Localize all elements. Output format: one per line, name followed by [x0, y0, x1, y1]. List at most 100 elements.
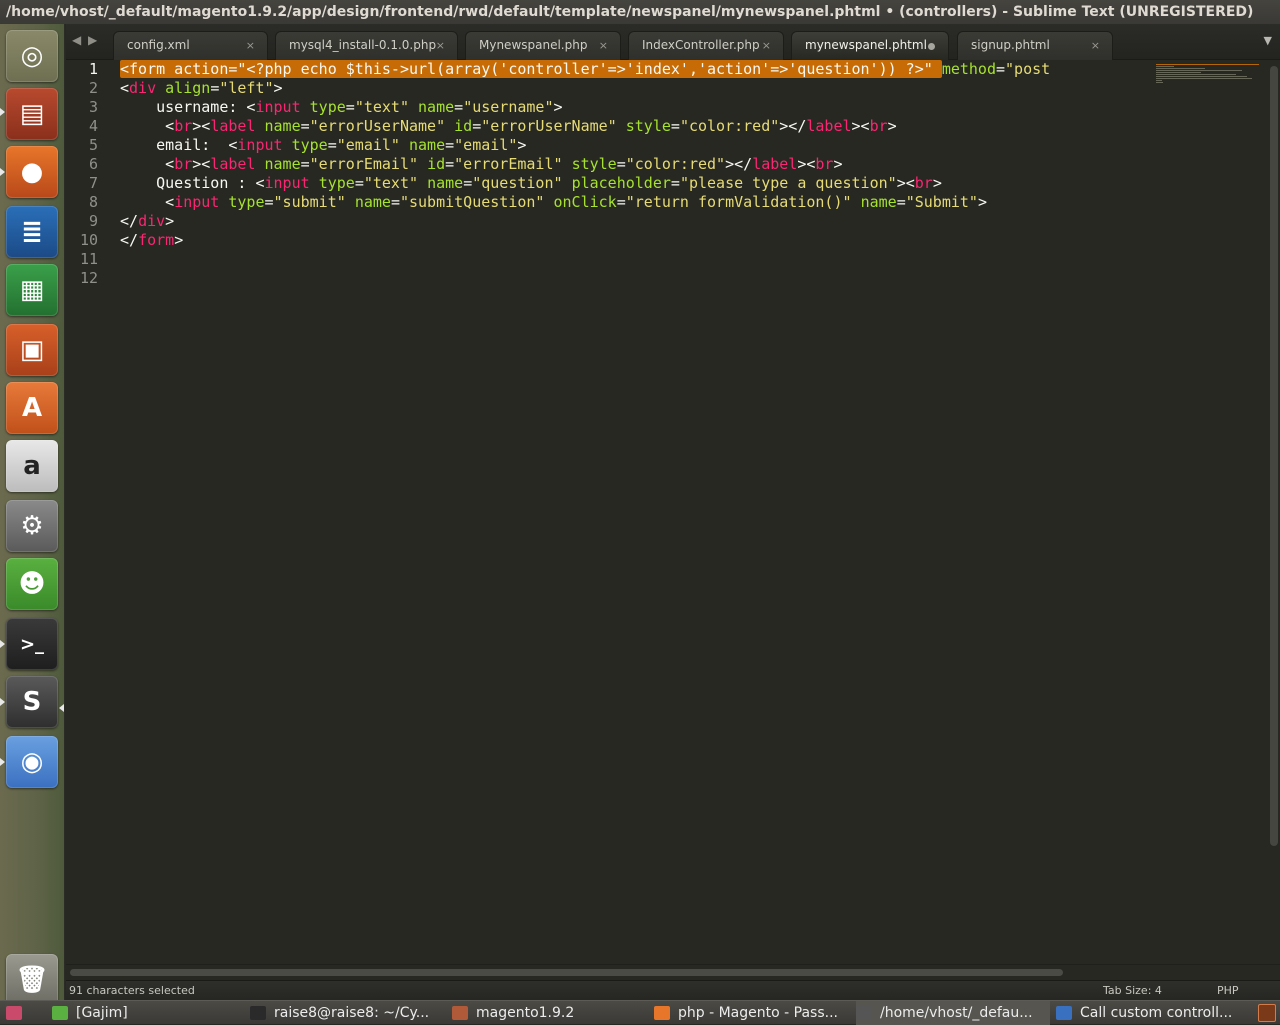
tab-mynewspanel-phtml[interactable]: mynewspanel.phtml [791, 31, 949, 60]
ubuntu-logo-icon[interactable]: ◎ [6, 30, 58, 82]
taskbar-item-label: raise8@raise8: ~/Cy... [274, 1005, 430, 1021]
code-line[interactable]: <br><label name="errorUserName" id="erro… [120, 117, 897, 136]
code-line[interactable]: <div align="left"> [120, 79, 283, 98]
code-line[interactable]: </form> [120, 231, 183, 250]
tab-menu-chevron-down-icon[interactable]: ▼ [1264, 34, 1272, 47]
terminal-icon[interactable]: >_ [6, 618, 58, 670]
status-bar: 91 characters selected Tab Size: 4 PHP [66, 980, 1280, 1000]
selection-status: 91 characters selected [69, 984, 195, 997]
libreoffice-writer-icon[interactable]: ≣ [6, 206, 58, 258]
code-line[interactable]: username: <input type="text" name="usern… [120, 98, 562, 117]
tab-mysql4-install-0-1-0-php[interactable]: mysql4_install-0.1.0.php × [275, 31, 458, 60]
code-token: </ [120, 231, 139, 249]
code-line[interactable]: <br><label name="errorEmail" id="errorEm… [120, 155, 842, 174]
sublime-text-icon[interactable]: S [6, 676, 58, 728]
taskbar-item[interactable]: [Gajim] [52, 1001, 242, 1025]
code-token: = [210, 79, 220, 97]
tab-scroll-left-icon[interactable]: ◀ [72, 33, 81, 47]
taskbar-item[interactable]: Call custom controll... [1056, 1001, 1252, 1025]
libreoffice-impress-icon-glyph: ▣ [19, 335, 45, 365]
tab-label: mysql4_install-0.1.0.php [289, 38, 437, 52]
firefox-icon[interactable]: ● [6, 146, 58, 198]
taskbar: [Gajim] raise8@raise8: ~/Cy... magento1.9.… [0, 1000, 1280, 1025]
code-line[interactable]: <form action="<?php echo $this->url(arra… [120, 60, 1050, 79]
unsaved-dot-icon[interactable] [928, 43, 935, 50]
minimap-line [1156, 82, 1163, 83]
file-cabinet-icon[interactable]: ▤ [6, 88, 58, 140]
code-token: placeholder [571, 174, 671, 192]
tab-size-selector[interactable]: Tab Size: 4 [1103, 981, 1162, 1000]
taskbar-menu-icon[interactable] [6, 1006, 22, 1020]
code-area[interactable]: <form action="<?php echo $this->url(arra… [120, 60, 1150, 964]
firefox-icon-glyph: ● [20, 157, 44, 187]
running-indicator-icon [0, 168, 5, 176]
running-indicator-icon [0, 758, 5, 766]
show-desktop-icon[interactable] [1258, 1004, 1276, 1022]
minimap-line [1156, 76, 1247, 77]
libreoffice-impress-icon[interactable]: ▣ [6, 324, 58, 376]
close-tab-icon[interactable]: × [246, 32, 255, 59]
taskbar-item[interactable]: magento1.9.2 [452, 1001, 648, 1025]
tab-label: config.xml [127, 38, 190, 52]
code-line[interactable]: </div> [120, 212, 174, 231]
code-line[interactable]: Question : <input type="text" name="ques… [120, 174, 942, 193]
code-token: br [914, 174, 933, 192]
close-tab-icon[interactable]: × [762, 32, 771, 59]
sublime-text-icon-glyph: S [22, 687, 42, 717]
taskbar-item[interactable]: raise8@raise8: ~/Cy... [250, 1001, 446, 1025]
gajim-lightbulb-icon[interactable]: ☻ [6, 558, 58, 610]
code-token: "post [1005, 60, 1051, 78]
close-tab-icon[interactable]: × [1091, 32, 1100, 59]
taskbar-item[interactable]: /home/vhost/_defau... [856, 1001, 1050, 1025]
close-tab-icon[interactable]: × [436, 32, 445, 59]
code-token: < [120, 193, 175, 211]
code-line[interactable]: email: <input type="email" name="email"> [120, 136, 526, 155]
code-line[interactable]: <input type="submit" name="submitQuestio… [120, 193, 987, 212]
tab-label: mynewspanel.phtml [805, 38, 927, 52]
code-editor[interactable]: 1 2 3 4 5 6 7 8 9 10 11 12 <form action="<?php echo… [66, 60, 1280, 964]
code-token: >< [896, 174, 915, 192]
code-token: input [237, 136, 283, 154]
taskbar-item-label: [Gajim] [76, 1005, 128, 1021]
line-number: 5 [88, 136, 98, 154]
libreoffice-calc-icon[interactable]: ▦ [6, 264, 58, 316]
taskbar-item[interactable]: php - Magento - Pass... [654, 1001, 850, 1025]
minimap[interactable] [1154, 60, 1264, 964]
chromium-icon[interactable]: ◉ [6, 736, 58, 788]
code-token: label [210, 117, 256, 135]
trash-icon[interactable]: 🗑 [6, 954, 58, 1006]
code-token: input [264, 174, 310, 192]
code-token: "left" [219, 79, 274, 97]
code-token: = [354, 174, 364, 192]
code-token: = [445, 136, 455, 154]
code-token: >< [192, 155, 211, 173]
vertical-scrollbar[interactable] [1270, 66, 1278, 846]
tab-indexcontroller-php[interactable]: IndexController.php × [628, 31, 784, 60]
code-token: label [752, 155, 798, 173]
code-token: email: < [120, 136, 238, 154]
syntax-selector[interactable]: PHP [1217, 981, 1239, 1000]
running-indicator-icon [0, 108, 5, 116]
amazon-icon[interactable]: a [6, 440, 58, 492]
code-token: br [815, 155, 834, 173]
shopping-bag-icon[interactable]: A [6, 382, 58, 434]
tab-mynewspanel-php[interactable]: Mynewspanel.php × [465, 31, 621, 60]
code-token: "text" [363, 174, 419, 192]
close-tab-icon[interactable]: × [599, 32, 608, 59]
code-token: "submit" [273, 193, 346, 211]
tab-signup-phtml[interactable]: signup.phtml × [957, 31, 1113, 60]
line-number: 11 [79, 250, 98, 268]
horizontal-scrollbar[interactable] [70, 969, 1063, 976]
tab-config-xml[interactable]: config.xml × [113, 31, 268, 60]
tab-scroll-right-icon[interactable]: ▶ [88, 33, 97, 47]
firefox-icon [654, 1006, 670, 1020]
code-token: username: < [120, 98, 256, 116]
wrench-gear-icon[interactable]: ⚙ [6, 500, 58, 552]
line-number: 9 [88, 212, 98, 230]
minimap-line [1156, 68, 1205, 69]
code-token: = [463, 174, 473, 192]
